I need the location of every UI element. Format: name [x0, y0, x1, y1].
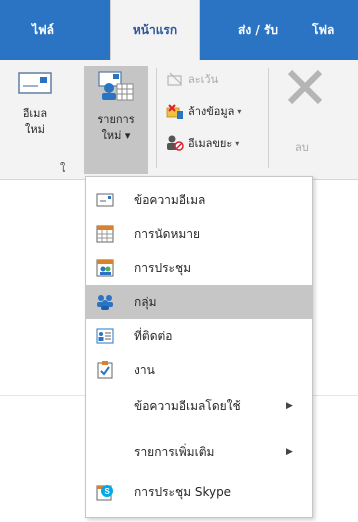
tab-home[interactable]: หน้าแรก	[110, 0, 200, 60]
menu-item-meeting[interactable]: การประชุม	[86, 251, 312, 285]
menu-item-email-message[interactable]: ข้อความอีเมล	[86, 183, 312, 217]
group-divider	[156, 68, 157, 168]
tab-file[interactable]: ไฟล์	[0, 0, 86, 60]
skype-meeting-icon: S	[96, 483, 114, 501]
menu-item-label: รายการเพิ่มเติม	[134, 444, 215, 459]
menu-item-label: ข้อความอีเมล	[134, 192, 206, 207]
calendar-icon	[96, 225, 114, 243]
contact-card-icon	[96, 327, 114, 345]
menu-item-label: การประชุม Skype	[134, 484, 232, 499]
group-label-new: ใ	[60, 162, 66, 175]
junk-button[interactable]: อีเมลขยะ ▾	[166, 132, 239, 154]
tab-folder[interactable]: โฟล	[312, 0, 358, 60]
junk-label: อีเมลขยะ	[188, 137, 233, 150]
ribbon-tab-bar: ไฟล์ หน้าแรก ส่ง / รับ โฟล	[0, 0, 358, 60]
menu-item-skype-meeting[interactable]: S การประชุม Skype	[86, 475, 312, 509]
delete-label: ลบ	[295, 141, 309, 154]
new-email-button[interactable]: อีเมล ใหม่	[8, 66, 62, 174]
new-email-label: อีเมล ใหม่	[22, 107, 48, 136]
chevron-down-icon: ▾	[235, 138, 240, 148]
ignore-icon	[166, 70, 184, 88]
junk-icon	[166, 134, 184, 152]
task-icon	[96, 361, 114, 379]
new-items-button[interactable]: รายการ ใหม่ ▾	[84, 66, 148, 174]
new-items-icon	[97, 68, 135, 106]
ignore-button[interactable]: ละเว้น	[166, 68, 218, 90]
tab-send-receive[interactable]: ส่ง / รับ	[218, 0, 298, 60]
menu-item-label: ข้อความอีเมลโดยใช้	[134, 398, 241, 413]
chevron-right-icon: ▶	[286, 401, 293, 411]
menu-item-label: การนัดหมาย	[134, 226, 201, 241]
envelope-icon	[18, 70, 52, 100]
clean-up-button[interactable]: ล้างข้อมูล ▾	[166, 100, 241, 122]
meeting-icon	[96, 259, 114, 277]
ribbon: อีเมล ใหม่ รายการ ใหม่ ▾ ใ ละเว้น ล้างข้…	[0, 60, 358, 180]
menu-item-label: กลุ่ม	[134, 294, 157, 309]
delete-button[interactable]	[280, 66, 330, 174]
svg-text:S: S	[105, 487, 111, 496]
clean-up-icon	[166, 102, 184, 120]
menu-item-contact[interactable]: ที่ติดต่อ	[86, 319, 312, 353]
menu-item-email-using[interactable]: ข้อความอีเมลโดยใช้ ▶	[86, 389, 312, 423]
group-divider	[268, 68, 269, 168]
menu-item-label: การประชุม	[134, 260, 192, 275]
chevron-right-icon: ▶	[286, 447, 293, 457]
menu-item-group[interactable]: กลุ่ม	[86, 285, 312, 319]
clean-up-label: ล้างข้อมูล	[188, 105, 235, 118]
new-items-menu: ข้อความอีเมล การนัดหมาย การประชุม กลุ่ม …	[85, 176, 313, 518]
chevron-down-icon: ▾	[237, 106, 242, 116]
new-items-label: รายการ ใหม่ ▾	[97, 113, 135, 142]
menu-item-task[interactable]: งาน	[86, 353, 312, 387]
menu-item-label: ที่ติดต่อ	[134, 328, 173, 343]
menu-item-more-items[interactable]: รายการเพิ่มเติม ▶	[86, 435, 312, 469]
group-icon	[96, 293, 114, 311]
ignore-label: ละเว้น	[188, 73, 219, 86]
email-message-icon	[96, 191, 114, 209]
delete-icon	[286, 68, 324, 110]
menu-item-appointment[interactable]: การนัดหมาย	[86, 217, 312, 251]
menu-item-label: งาน	[134, 362, 155, 377]
